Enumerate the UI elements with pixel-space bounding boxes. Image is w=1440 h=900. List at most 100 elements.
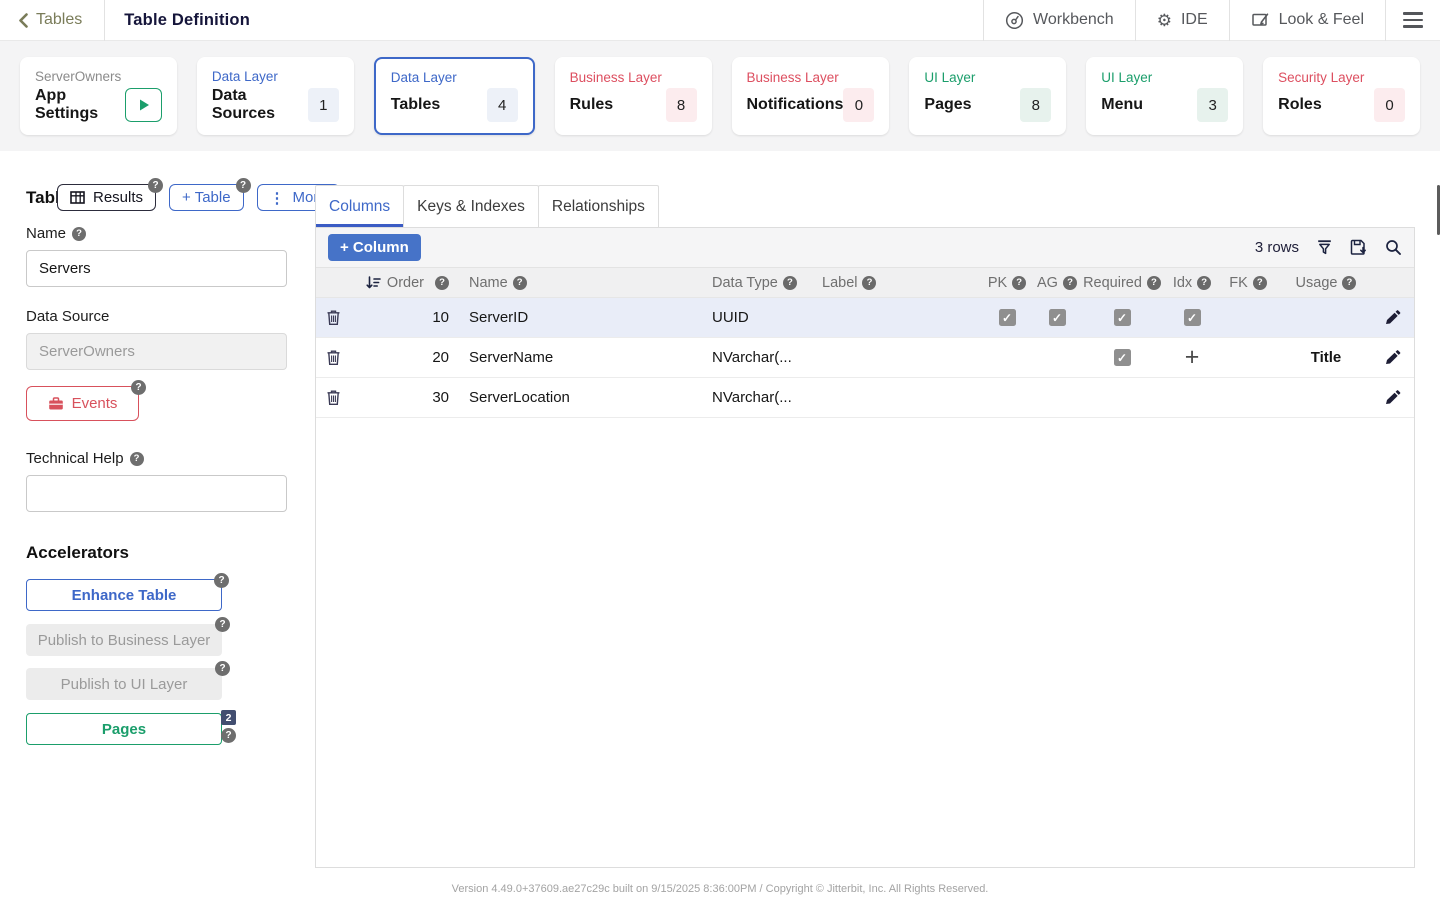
divider xyxy=(104,0,105,41)
card-roles[interactable]: Security Layer Roles 0 xyxy=(1263,57,1420,135)
hamburger-menu-icon[interactable] xyxy=(1386,12,1440,28)
look-and-feel-icon xyxy=(1251,11,1270,29)
sort-icon[interactable] xyxy=(366,276,381,290)
help-icon[interactable] xyxy=(131,380,146,395)
order-value: 10 xyxy=(360,298,457,337)
label-value xyxy=(814,298,982,337)
help-icon[interactable] xyxy=(513,276,527,290)
order-value: 30 xyxy=(360,378,457,417)
help-icon[interactable] xyxy=(862,276,876,290)
table-row: 20 ServerName NVarchar(... Title xyxy=(316,338,1414,378)
count-badge: 1 xyxy=(308,88,339,122)
delete-row-icon[interactable] xyxy=(326,389,341,406)
help-icon[interactable] xyxy=(1342,276,1356,290)
add-column-button[interactable]: + Column xyxy=(328,234,421,261)
help-icon[interactable] xyxy=(148,178,163,193)
results-button[interactable]: Results xyxy=(57,184,156,211)
required-checkbox[interactable] xyxy=(1114,349,1131,366)
usage-value xyxy=(1274,298,1378,337)
publish-to-ui-layer-button: Publish to UI Layer xyxy=(26,668,222,700)
count-badge: 8 xyxy=(666,88,697,122)
columns-panel: + Column 3 rows Order Name Data Type Lab… xyxy=(315,227,1415,868)
help-icon[interactable] xyxy=(1012,276,1026,290)
add-table-button[interactable]: + Table xyxy=(169,184,244,211)
menu-item-ide[interactable]: ⚙ IDE xyxy=(1136,0,1229,40)
usage-value xyxy=(1274,378,1378,417)
publish-to-business-layer-button: Publish to Business Layer xyxy=(26,624,222,656)
top-menu: Workbench ⚙ IDE Look & Feel xyxy=(983,0,1440,40)
add-index-icon[interactable] xyxy=(1185,345,1200,370)
pk-checkbox[interactable] xyxy=(999,309,1016,326)
edit-row-icon[interactable] xyxy=(1384,349,1401,366)
save-export-icon[interactable] xyxy=(1350,239,1368,256)
columns-table-header: Order Name Data Type Label PK AG Require… xyxy=(316,268,1414,298)
help-icon[interactable] xyxy=(1147,276,1161,290)
name-input[interactable] xyxy=(26,250,287,287)
enhance-table-button[interactable]: Enhance Table xyxy=(26,579,222,611)
pages-count-badge: 2 xyxy=(221,710,236,725)
help-icon[interactable] xyxy=(215,661,230,676)
delete-row-icon[interactable] xyxy=(326,349,341,366)
filter-icon[interactable] xyxy=(1316,239,1333,256)
label-value xyxy=(814,338,982,377)
help-icon[interactable] xyxy=(1197,276,1211,290)
menu-item-look-and-feel[interactable]: Look & Feel xyxy=(1230,0,1385,40)
table-grid-icon xyxy=(70,191,85,204)
card-notifications[interactable]: Business Layer Notifications 0 xyxy=(732,57,890,135)
count-badge: 0 xyxy=(843,88,874,122)
card-tables[interactable]: Data Layer Tables 4 xyxy=(374,57,535,135)
card-app-settings[interactable]: ServerOwners App Settings xyxy=(20,57,177,135)
menu-item-workbench[interactable]: Workbench xyxy=(984,0,1135,40)
edit-row-icon[interactable] xyxy=(1384,309,1401,326)
name-field-label: Name xyxy=(26,225,86,242)
version-footer: Version 4.49.0+37609.ae27c29c built on 9… xyxy=(0,883,1440,895)
help-icon[interactable] xyxy=(435,276,449,290)
help-icon[interactable] xyxy=(221,728,236,743)
data-source-field-label: Data Source xyxy=(26,308,109,325)
card-data-sources[interactable]: Data Layer Data Sources 1 xyxy=(197,57,354,135)
edit-row-icon[interactable] xyxy=(1384,389,1401,406)
idx-checkbox[interactable] xyxy=(1184,309,1201,326)
usage-value: Title xyxy=(1274,338,1378,377)
tab-keys-indexes[interactable]: Keys & Indexes xyxy=(403,185,539,227)
card-pages[interactable]: UI Layer Pages 8 xyxy=(909,57,1066,135)
workbench-icon xyxy=(1005,11,1024,30)
tab-columns[interactable]: Columns xyxy=(315,185,404,227)
help-icon[interactable] xyxy=(215,617,230,632)
count-badge: 8 xyxy=(1020,88,1051,122)
page-title: Table Definition xyxy=(124,11,250,30)
help-icon[interactable] xyxy=(783,276,797,290)
column-name: ServerID xyxy=(457,298,706,337)
data-type-value: NVarchar(... xyxy=(706,378,814,417)
data-type-value: UUID xyxy=(706,298,814,337)
tab-relationships[interactable]: Relationships xyxy=(538,185,659,227)
help-icon[interactable] xyxy=(130,452,144,466)
ag-checkbox[interactable] xyxy=(1049,309,1066,326)
events-button[interactable]: Events xyxy=(26,386,139,421)
column-name: ServerName xyxy=(457,338,706,377)
card-rules[interactable]: Business Layer Rules 8 xyxy=(555,57,712,135)
required-checkbox[interactable] xyxy=(1114,309,1131,326)
run-app-button[interactable] xyxy=(125,88,162,122)
card-menu[interactable]: UI Layer Menu 3 xyxy=(1086,57,1243,135)
column-name: ServerLocation xyxy=(457,378,706,417)
accelerators-heading: Accelerators xyxy=(26,543,129,563)
help-icon[interactable] xyxy=(1253,276,1267,290)
back-chevron-icon xyxy=(18,13,28,28)
search-icon[interactable] xyxy=(1385,239,1402,256)
help-icon[interactable] xyxy=(236,178,251,193)
briefcase-icon xyxy=(48,396,64,411)
help-icon[interactable] xyxy=(214,573,229,588)
delete-row-icon[interactable] xyxy=(326,309,341,326)
count-badge: 4 xyxy=(487,88,518,122)
gear-icon: ⚙ xyxy=(1157,12,1172,29)
label-value xyxy=(814,378,982,417)
help-icon[interactable] xyxy=(72,227,86,241)
pages-button[interactable]: Pages 2 xyxy=(26,713,222,745)
data-type-value: NVarchar(... xyxy=(706,338,814,377)
back-to-tables-button[interactable]: Tables xyxy=(0,0,104,40)
help-icon[interactable] xyxy=(1063,276,1077,290)
back-label: Tables xyxy=(36,11,82,29)
table-actions: Results + Table ⋮ More xyxy=(57,184,340,211)
technical-help-input[interactable] xyxy=(26,475,287,512)
